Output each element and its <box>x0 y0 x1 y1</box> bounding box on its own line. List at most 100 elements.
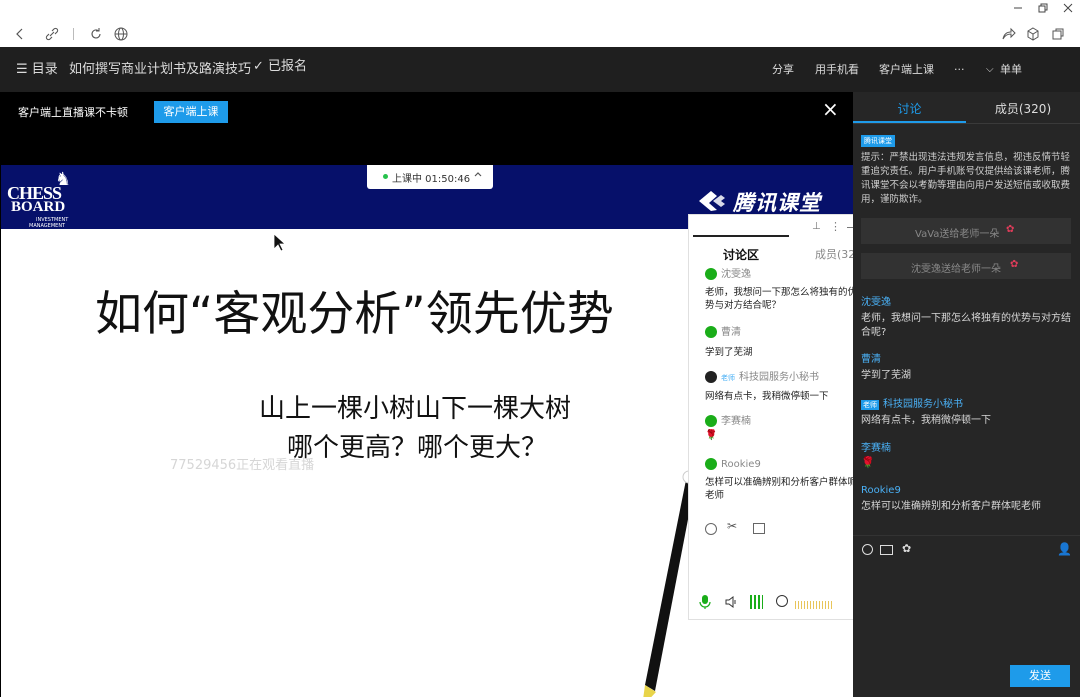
phone-view-button[interactable]: 用手机看 <box>815 47 859 92</box>
toolbar-divider <box>73 28 74 40</box>
discussion-panel: 讨论 成员(320) 腾讯课堂 提示：严禁出现违法违规发言信息，视违反情节轻重追… <box>853 92 1080 697</box>
link-icon[interactable] <box>44 26 60 42</box>
speaker-icon[interactable] <box>725 595 739 609</box>
user-avatar-icon <box>705 268 717 280</box>
tencent-tag: 腾讯课堂 <box>861 135 895 147</box>
float-message-1: 沈雯逸 老师，我想问一下那怎么将独有的优势与对方结合呢？ <box>705 265 857 312</box>
app-window: ☰ 目录 如何撰写商业计划书及路演技巧 ✓ 已报名 分享 用手机看 客户端上课 … <box>0 0 1080 697</box>
side-message-5: Rookie9 怎样可以准确辨别和分析客户群体呢老师 <box>861 485 1073 514</box>
volume-meter <box>795 601 833 609</box>
flower-icon: ✿ <box>1010 259 1019 270</box>
side-message-3: 老师 科技园服务小秘书 网络有点卡，我稍微停顿一下 <box>861 395 1073 428</box>
teacher-badge: 老师 <box>721 374 735 382</box>
float-message-5: Rookie9 怎样可以准确辨别和分析客户群体呢老师 <box>705 458 857 502</box>
cube-icon[interactable] <box>1025 26 1041 42</box>
grid-icon[interactable] <box>750 595 763 609</box>
input-divider <box>853 535 1080 536</box>
user-avatar-icon <box>705 415 717 427</box>
chessboard-logo: ♞ CHESS BOARD INVESTMENT MANAGEMENT <box>7 169 85 229</box>
mic-icon[interactable] <box>699 595 711 609</box>
float-tab-underline <box>693 235 789 237</box>
close-icon[interactable] <box>1060 2 1076 16</box>
course-topbar: ☰ 目录 如何撰写商业计划书及路演技巧 ✓ 已报名 分享 用手机看 客户端上课 … <box>0 47 1080 129</box>
penguin-icon <box>705 371 717 383</box>
slide-title: 如何“客观分析”领先优势 <box>95 287 614 342</box>
emoji-icon[interactable] <box>705 523 717 535</box>
side-text: 学到了芜湖 <box>861 370 911 381</box>
user-avatar-icon <box>705 326 717 338</box>
send-button[interactable]: 发送 <box>1010 665 1070 687</box>
chevron-up-icon[interactable] <box>473 169 483 182</box>
chevron-down-icon[interactable]: ⌵ <box>986 47 994 92</box>
more-button[interactable]: ··· <box>954 47 965 92</box>
chat-input[interactable] <box>853 562 1080 662</box>
float-message-4: 李赛楠 🌹 <box>705 412 857 441</box>
camera-icon[interactable] <box>776 595 788 607</box>
side-tab-discuss[interactable]: 讨论 <box>853 100 966 117</box>
client-lesson-button[interactable]: 客户端上课 <box>154 101 228 123</box>
side-sender: 曹清 <box>861 354 881 365</box>
side-sender: 李赛楠 <box>861 443 891 454</box>
browser-toolbar <box>0 0 1080 47</box>
scissors-icon[interactable]: ✂ <box>727 519 737 533</box>
flower-icon: ✿ <box>1006 224 1015 235</box>
slide-line-2: 哪个更高？哪个更大？ <box>287 433 548 463</box>
float-message-3: 老师 科技园服务小秘书 网络有点卡，我稍微停顿一下 <box>705 368 857 402</box>
logo-sub-2: MANAGEMENT <box>29 223 66 229</box>
rose-icon: 🌹 <box>861 456 875 469</box>
float-text: 老师，我想问一下那怎么将独有的优势与对方结合呢？ <box>705 287 858 311</box>
notice-text: 客户端上直播课不卡顿 <box>18 106 128 119</box>
floating-chat-window: ⊥ ⋮ 讨论区 成员(32 沈雯逸 老师，我想问一下那怎么将独有的优势与对方结合… <box>688 214 858 620</box>
float-sender: Rookie9 <box>705 458 857 470</box>
float-more-icon[interactable]: ⋮ <box>830 220 841 233</box>
image-icon[interactable] <box>753 523 765 534</box>
globe-icon[interactable] <box>113 26 129 42</box>
float-sender: 沈雯逸 <box>705 265 857 280</box>
float-sender: 李赛楠 <box>705 412 857 427</box>
refresh-icon[interactable] <box>88 26 104 42</box>
minimize-icon[interactable] <box>1010 2 1026 16</box>
tencent-brand-icon <box>699 191 725 211</box>
side-sender-row: 老师 科技园服务小秘书 <box>861 399 963 410</box>
catalog-button[interactable]: ☰ 目录 <box>16 47 58 92</box>
emoji-icon[interactable] <box>862 544 873 555</box>
logo-line-2: BOARD <box>11 199 66 215</box>
side-text: 怎样可以准确辨别和分析客户群体呢老师 <box>861 501 1041 512</box>
float-text: 网络有点卡，我稍微停顿一下 <box>705 391 829 402</box>
float-tab-discuss[interactable]: 讨论区 <box>723 246 759 263</box>
gift-card-2: 沈雯逸送给老师一朵 ✿ <box>861 253 1071 279</box>
window-icon[interactable] <box>1050 26 1066 42</box>
float-message-2: 曹清 学到了芜湖 <box>705 323 857 358</box>
flower-send-icon[interactable]: ✿ <box>902 542 911 555</box>
rose-icon: 🌹 <box>705 430 718 441</box>
float-pin-icon[interactable]: ⊥ <box>812 221 821 232</box>
share-button[interactable]: 分享 <box>772 47 794 92</box>
share-icon[interactable] <box>1000 26 1016 42</box>
float-text: 怎样可以准确辨别和分析客户群体呢老师 <box>705 477 858 501</box>
gift-card-1: VaVa送给老师一朵 ✿ <box>861 218 1071 244</box>
user-avatar-icon <box>705 458 717 470</box>
restore-icon[interactable] <box>1035 2 1051 16</box>
user-mode-icon[interactable]: 👤 <box>1057 542 1072 556</box>
tencent-classroom-logo: 腾讯课堂 <box>697 187 837 217</box>
back-icon[interactable] <box>12 26 28 42</box>
side-message-4: 李赛楠 🌹 <box>861 439 1073 469</box>
side-tab-members[interactable]: 成员(320) <box>966 100 1080 117</box>
brand-text: 腾讯课堂 <box>733 191 821 215</box>
client-notice-bar: 客户端上直播课不卡顿 客户端上课 × <box>0 92 853 130</box>
client-button[interactable]: 客户端上课 <box>879 47 934 92</box>
slide-line-1: 山上一棵小树山下一棵大树 <box>259 394 572 424</box>
side-tip: 提示：严禁出现违法违规发言信息，视违反情节轻重追究责任。用户手机账号仅提供给该课… <box>861 152 1071 205</box>
live-status-pill[interactable]: 上课中 01:50:46 <box>367 165 493 189</box>
side-divider <box>853 123 1080 124</box>
mouse-cursor-icon <box>273 233 287 252</box>
image-icon[interactable] <box>880 545 893 555</box>
float-sender: 老师 科技园服务小秘书 <box>705 368 857 383</box>
live-status-text: 上课中 01:50:46 <box>392 174 471 185</box>
user-name[interactable]: 单单 <box>1000 47 1022 92</box>
side-text: 网络有点卡，我稍微停顿一下 <box>861 415 991 426</box>
notice-close-button[interactable]: × <box>822 99 839 119</box>
side-sender: 沈雯逸 <box>861 297 891 308</box>
float-tab-members[interactable]: 成员(32 <box>815 246 855 262</box>
course-title: 如何撰写商业计划书及路演技巧 <box>69 62 252 77</box>
